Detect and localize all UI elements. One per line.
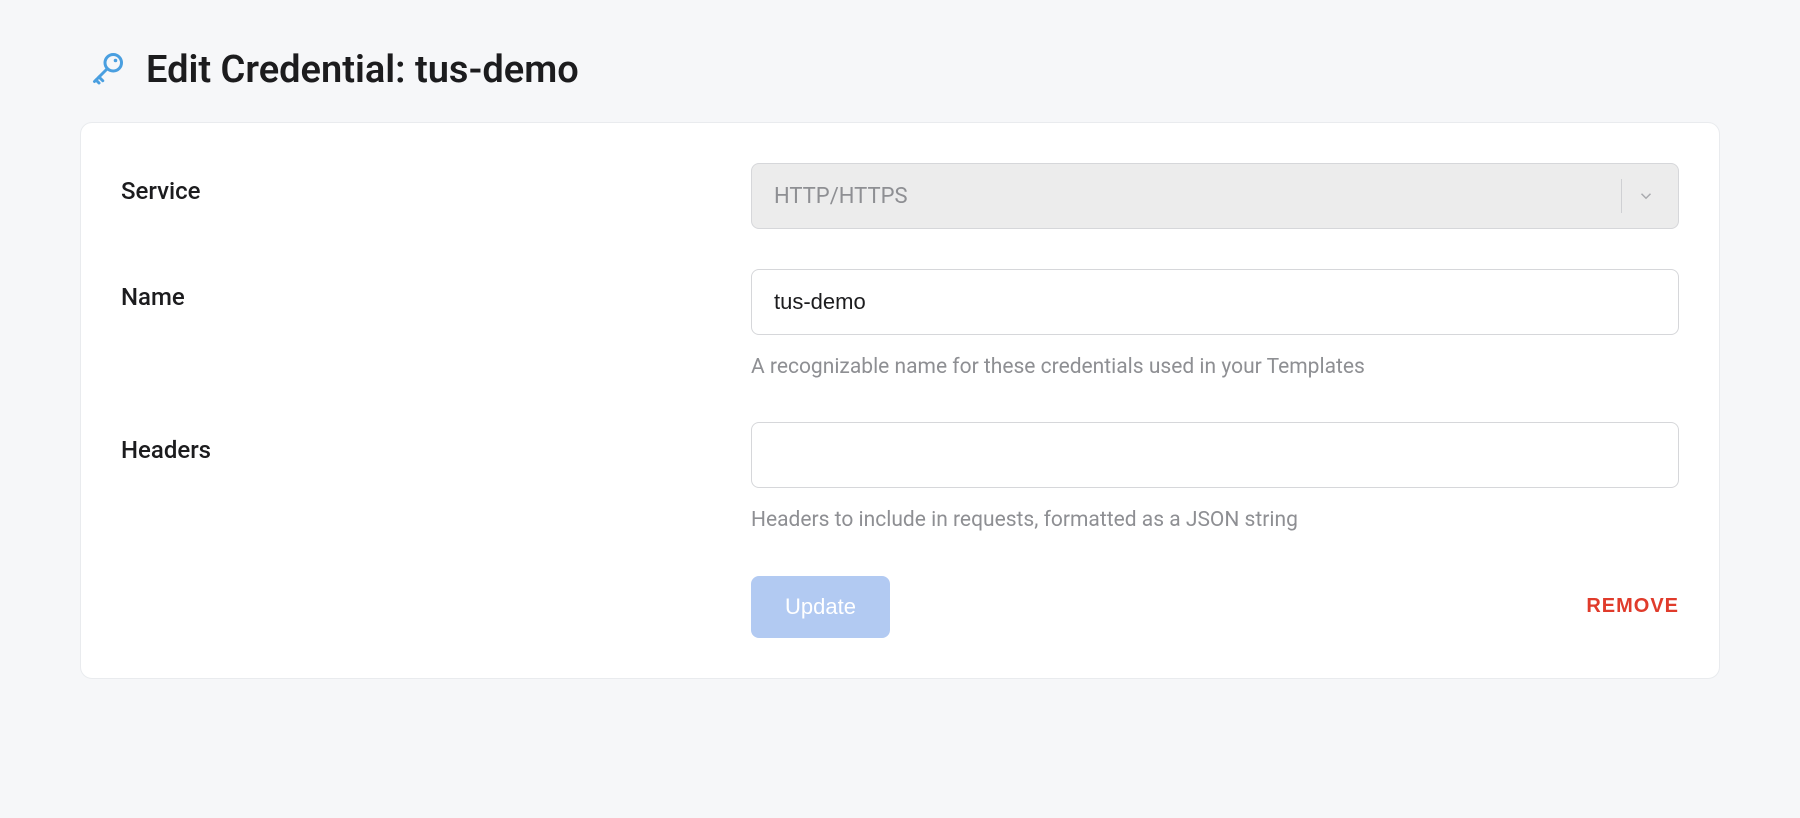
service-select: HTTP/HTTPS: [751, 163, 1679, 229]
service-value: HTTP/HTTPS: [774, 184, 908, 209]
credential-form-card: Service HTTP/HTTPS Name A recognizable n…: [80, 122, 1720, 679]
page-header: Edit Credential: tus-demo: [90, 48, 1720, 92]
page-title: Edit Credential: tus-demo: [146, 48, 579, 92]
update-button[interactable]: Update: [751, 576, 890, 638]
remove-button[interactable]: REMOVE: [1586, 595, 1679, 618]
service-label: Service: [121, 163, 751, 205]
name-row: Name A recognizable name for these crede…: [121, 269, 1679, 382]
name-help-text: A recognizable name for these credential…: [751, 353, 1679, 382]
headers-input[interactable]: [751, 422, 1679, 488]
service-row: Service HTTP/HTTPS: [121, 163, 1679, 229]
key-icon: [90, 50, 126, 90]
headers-label: Headers: [121, 422, 751, 464]
headers-row: Headers Headers to include in requests, …: [121, 422, 1679, 535]
form-actions: Update REMOVE: [121, 576, 1679, 638]
name-input[interactable]: [751, 269, 1679, 335]
select-indicator: [1621, 179, 1656, 213]
select-separator: [1621, 179, 1622, 213]
chevron-down-icon: [1636, 186, 1656, 206]
name-label: Name: [121, 269, 751, 311]
headers-help-text: Headers to include in requests, formatte…: [751, 506, 1679, 535]
